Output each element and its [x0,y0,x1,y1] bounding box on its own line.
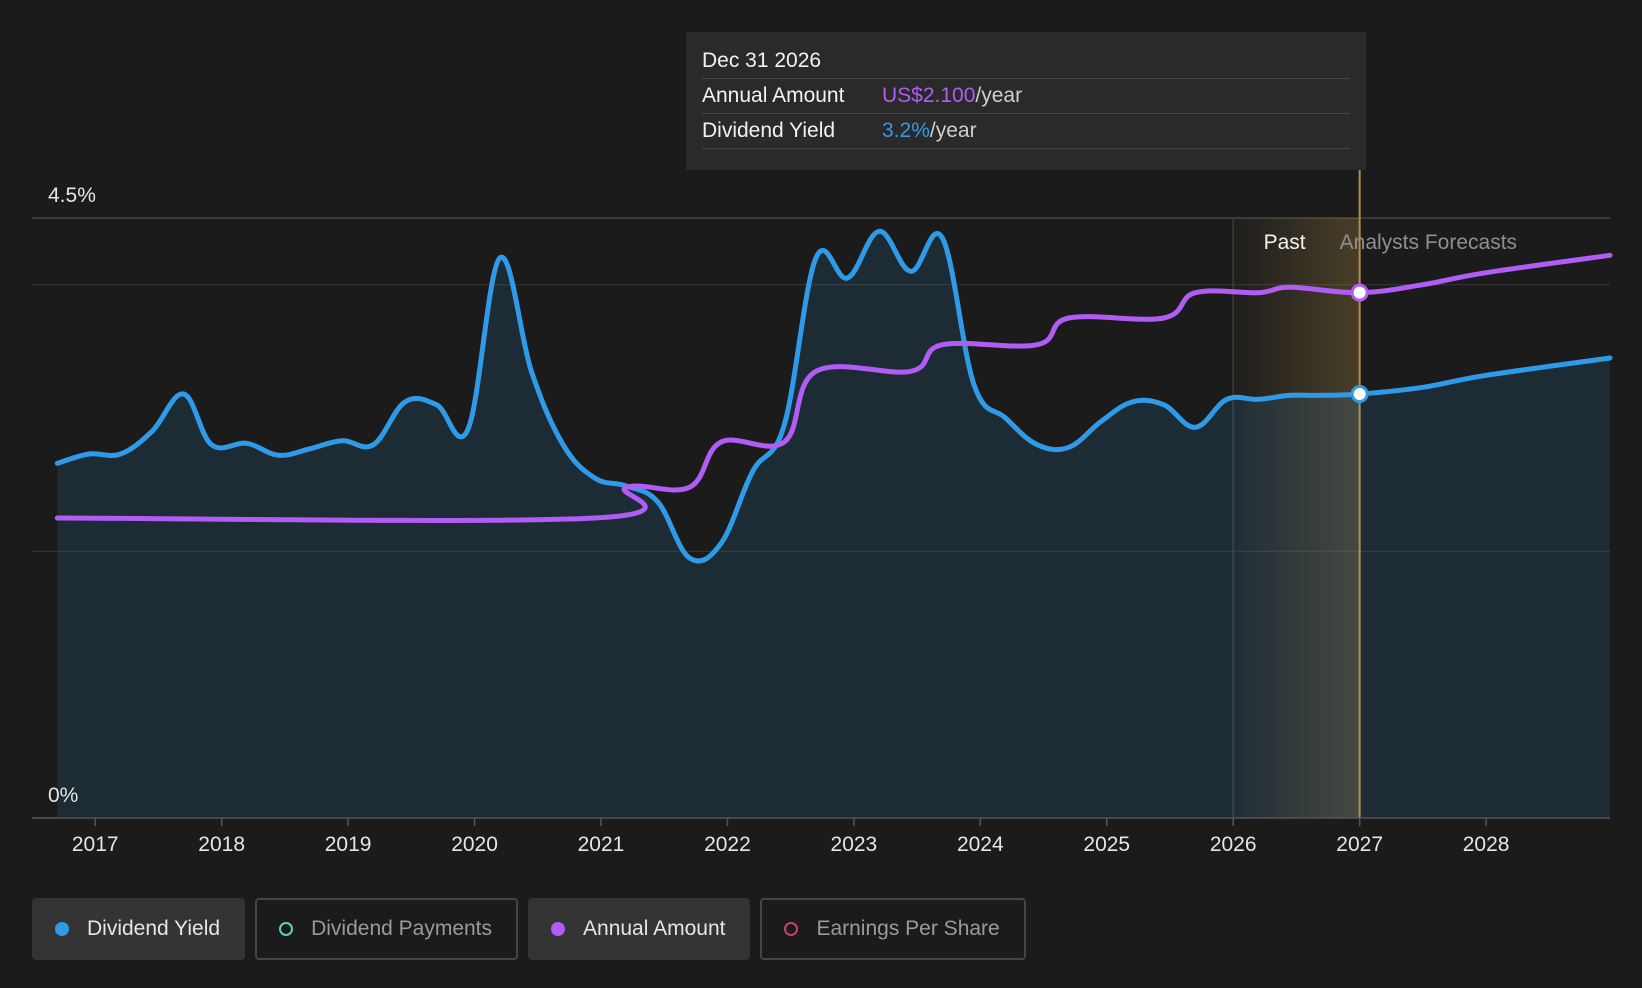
chart-legend: Dividend Yield Dividend Payments Annual … [32,898,1026,960]
legend-label: Annual Amount [583,917,726,940]
tooltip-amount-unit: /year [975,84,1023,107]
legend-label: Dividend Yield [87,917,221,940]
tooltip-yield-value: 3.2% [882,119,930,142]
forecast-label: Analysts Forecasts [1340,231,1517,254]
x-tick-label: 2022 [704,833,751,856]
x-tick-label: 2024 [957,833,1004,856]
x-tick-label: 2028 [1463,833,1510,856]
tooltip-amount-row: Annual Amount US$2.100/year [702,79,1350,114]
tooltip-amount-value: US$2.100 [882,84,976,107]
x-tick-label: 2017 [72,833,119,856]
legend-earnings-per-share[interactable]: Earnings Per Share [760,898,1026,960]
annual-amount-marker [1350,283,1369,302]
chart-tooltip: Dec 31 2026 Annual Amount US$2.100/year D… [686,32,1366,170]
y-tick-label: 0% [48,784,78,807]
legend-dot-icon [55,922,69,936]
x-tick-label: 2018 [198,833,245,856]
y-tick-label: 4.5% [48,184,96,207]
x-tick-label: 2020 [451,833,498,856]
legend-dividend-payments[interactable]: Dividend Payments [255,898,519,960]
past-label: Past [1264,231,1306,254]
legend-dot-icon [784,922,799,936]
legend-dot-icon [279,922,294,936]
legend-label: Earnings Per Share [816,917,1000,940]
x-tick-label: 2027 [1336,833,1383,856]
x-tick-label: 2026 [1210,833,1257,856]
legend-annual-amount[interactable]: Annual Amount [528,898,751,960]
legend-label: Dividend Payments [311,917,493,940]
dividend-yield-marker [1350,385,1369,403]
tooltip-date: Dec 31 2026 [702,46,1350,79]
x-tick-label: 2021 [578,833,625,856]
tooltip-yield-row: Dividend Yield 3.2%/year [702,114,1350,149]
x-tick-label: 2019 [325,833,372,856]
x-tick-label: 2023 [831,833,878,856]
series-layer [54,228,1613,818]
legend-dot-icon [551,922,566,936]
dividend-yield-area [57,231,1610,818]
tooltip-amount-label: Annual Amount [702,84,845,107]
legend-dividend-yield[interactable]: Dividend Yield [32,898,246,960]
tooltip-yield-unit: /year [929,119,977,142]
x-tick-label: 2025 [1083,833,1130,856]
tooltip-yield-label: Dividend Yield [702,119,836,142]
